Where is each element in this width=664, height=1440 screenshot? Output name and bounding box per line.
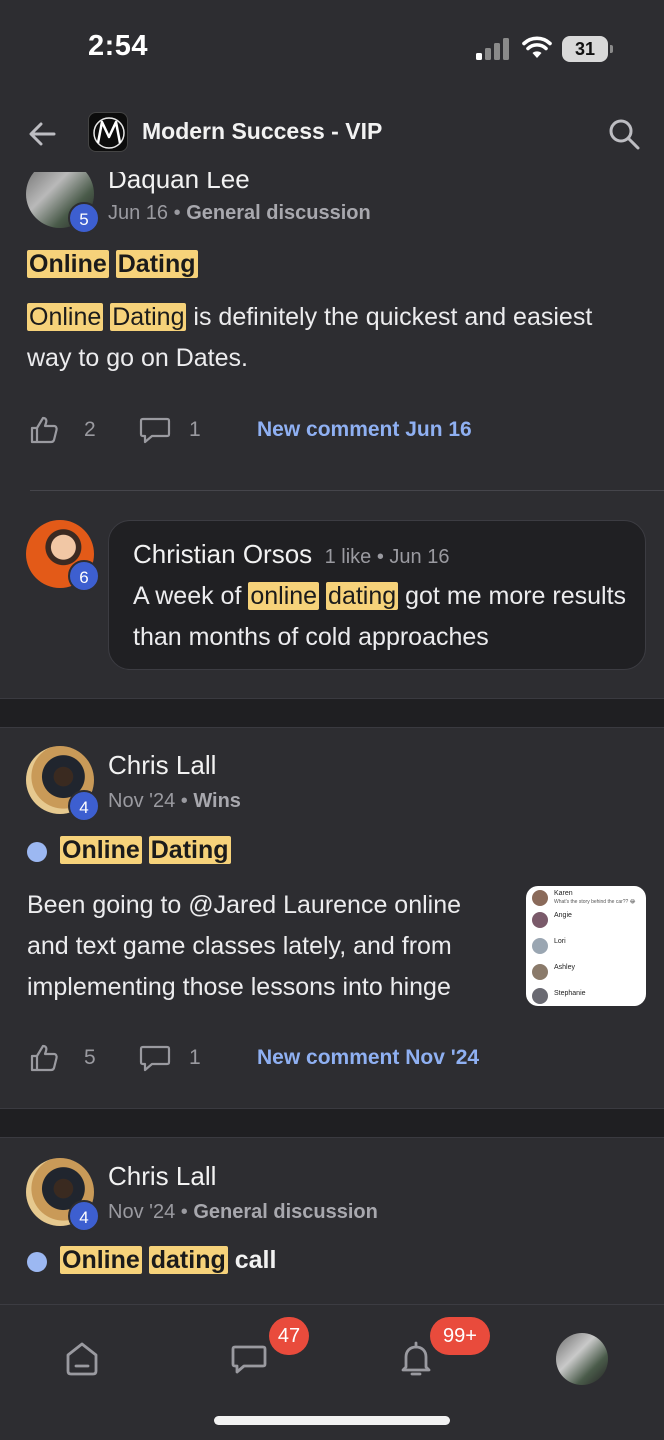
battery-icon: 31 — [562, 36, 613, 62]
highlight-term: Dating — [148, 836, 231, 864]
level-badge: 4 — [68, 1200, 100, 1232]
highlight-term: Online — [27, 303, 104, 331]
post-title[interactable]: Online Dating — [60, 836, 231, 865]
like-count: 5 — [84, 1046, 96, 1069]
author-name[interactable]: Chris Lall — [108, 1161, 216, 1192]
home-icon[interactable] — [62, 1339, 102, 1379]
post-date: Nov '24 — [108, 1201, 176, 1223]
thumb-name: Stephanie — [554, 990, 586, 997]
highlight-term: online — [248, 582, 320, 610]
like-icon[interactable] — [28, 414, 60, 446]
new-comment-link[interactable]: New comment Jun 16 — [257, 418, 472, 442]
comment-text: A week of online dating got me more resu… — [133, 576, 633, 658]
commenter-name[interactable]: Christian Orsos — [133, 539, 312, 569]
thumb-name: Angie — [554, 912, 572, 919]
comment-bubble[interactable]: Christian Orsos 1 like • Jun 16 A week o… — [108, 520, 646, 670]
post-category[interactable]: General discussion — [186, 202, 371, 224]
highlight-term: Dating — [115, 250, 198, 278]
post-meta: Nov '24 • Wins — [108, 790, 241, 812]
comment-count: 1 — [189, 418, 201, 441]
post-category[interactable]: General discussion — [193, 1201, 378, 1223]
highlight-term: dating — [326, 582, 399, 610]
section-gap — [0, 1108, 664, 1138]
like-icon[interactable] — [28, 1042, 60, 1074]
highlight-term: dating — [148, 1246, 228, 1274]
thumb-avatar — [532, 988, 548, 1004]
post-meta: Jun 16 • General discussion — [108, 202, 371, 224]
bell-icon[interactable] — [396, 1339, 436, 1379]
divider — [30, 490, 664, 491]
unread-dot-icon — [27, 1252, 47, 1272]
post-title[interactable]: Online Dating — [27, 250, 198, 279]
comment-icon[interactable] — [138, 414, 172, 446]
level-badge: 4 — [68, 790, 100, 822]
level-badge: 6 — [68, 560, 100, 592]
post-title[interactable]: Online dating call — [60, 1246, 276, 1275]
post-category[interactable]: Wins — [193, 790, 241, 812]
group-logo-image — [93, 117, 125, 149]
comment-text-before: A week of — [133, 582, 249, 610]
thumb-name: Lori — [554, 938, 566, 945]
status-time: 2:54 — [88, 30, 149, 62]
highlight-term: Online — [60, 1246, 142, 1274]
comment-icon[interactable] — [138, 1042, 172, 1074]
level-badge: 5 — [68, 202, 100, 234]
notifications-badge: 99+ — [430, 1317, 490, 1355]
thumb-avatar — [532, 964, 548, 980]
search-icon[interactable] — [604, 114, 644, 154]
status-bar: 2:54 31 — [0, 0, 664, 100]
author-name[interactable]: Chris Lall — [108, 750, 216, 781]
section-gap — [0, 698, 664, 728]
post-date: Nov '24 — [108, 790, 176, 812]
post-thumbnail[interactable]: Karen What's the story behind the car?? … — [526, 886, 646, 1006]
chat-icon[interactable] — [229, 1339, 269, 1379]
highlight-term: Online — [27, 250, 109, 278]
comment-meta: 1 like • Jun 16 — [324, 546, 450, 568]
post-date: Jun 16 — [108, 202, 169, 224]
chat-badge: 47 — [269, 1317, 309, 1355]
unread-dot-icon — [27, 842, 47, 862]
wifi-icon — [522, 36, 552, 58]
post-card[interactable]: 4 Chris Lall Nov '24 • General discussio… — [0, 1138, 664, 1304]
comment-count: 1 — [189, 1046, 201, 1069]
post-title-suffix: call — [227, 1246, 277, 1274]
like-count: 2 — [84, 418, 96, 441]
thumb-avatar — [532, 890, 548, 906]
post-meta: Nov '24 • General discussion — [108, 1201, 378, 1223]
post-body[interactable]: Online Dating is definitely the quickest… — [27, 297, 637, 379]
group-logo[interactable] — [88, 112, 128, 152]
cellular-signal-icon — [476, 38, 509, 60]
commenter-header: Christian Orsos 1 like • Jun 16 — [133, 539, 449, 570]
thumb-name: Karen — [554, 890, 573, 897]
new-comment-link[interactable]: New comment Nov '24 — [257, 1046, 479, 1070]
home-indicator — [214, 1416, 450, 1425]
highlight-term: Dating — [110, 303, 187, 331]
profile-avatar[interactable] — [556, 1333, 608, 1385]
post-body[interactable]: Been going to @Jared Laurence online and… — [27, 885, 507, 1008]
highlight-term: Online — [60, 836, 142, 864]
group-title[interactable]: Modern Success - VIP — [142, 118, 382, 145]
battery-level: 31 — [574, 39, 596, 59]
thumb-avatar — [532, 938, 548, 954]
group-header: Modern Success - VIP — [0, 100, 664, 172]
thumb-line: What's the story behind the car?? 😂 — [554, 899, 636, 905]
thumb-name: Ashley — [554, 964, 576, 971]
thumb-avatar — [532, 912, 548, 928]
back-arrow-icon[interactable] — [24, 114, 64, 154]
